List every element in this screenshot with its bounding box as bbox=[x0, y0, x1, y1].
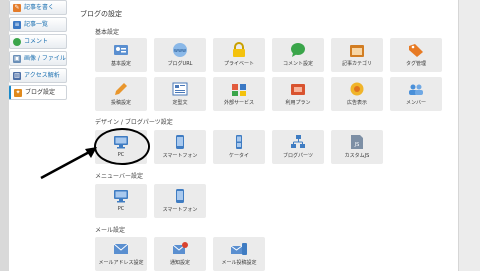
section-title-design: デザイン / ブログパーツ設定 bbox=[95, 119, 173, 126]
comment-icon bbox=[13, 38, 21, 46]
tile-label: ブログパーツ bbox=[283, 153, 313, 159]
sidebar-item-blog-settings[interactable]: ✦ ブログ設定 bbox=[9, 85, 67, 100]
pencil-icon: ✎ bbox=[13, 4, 21, 12]
tile-label: メンバー bbox=[405, 100, 426, 106]
tile-label: 定型文 bbox=[172, 100, 188, 106]
smartphone-icon bbox=[176, 135, 184, 149]
tile-mail-post[interactable]: メール投稿設定 bbox=[213, 237, 265, 271]
sidebar-item-label: 記事を書く bbox=[24, 4, 55, 11]
sidebar: ✎ 記事を書く ≡ 記事一覧 コメント ▣ 画像 / ファイル ▥ アクセス解析… bbox=[9, 0, 67, 271]
image-icon: ▣ bbox=[13, 55, 21, 63]
members-icon bbox=[409, 84, 423, 95]
tile-label: ブログURL bbox=[167, 61, 193, 67]
sidebar-item-label: コメント bbox=[24, 38, 49, 45]
tile-label: 投稿設定 bbox=[110, 100, 131, 106]
tile-label: 外部サービス bbox=[223, 100, 254, 106]
plan-icon bbox=[291, 84, 305, 95]
tile-label: 広告表示 bbox=[346, 100, 367, 106]
tile-label: メールアドレス設定 bbox=[98, 260, 144, 266]
www-badge: www bbox=[174, 48, 186, 54]
annotation-circle bbox=[94, 128, 150, 165]
scrollbar-area[interactable] bbox=[458, 0, 480, 271]
id-card-icon bbox=[114, 45, 128, 55]
window-edge bbox=[0, 0, 9, 271]
tile-tag-management[interactable]: タグ管理 bbox=[390, 38, 442, 72]
tile-members[interactable]: メンバー bbox=[390, 77, 442, 111]
tile-comment-settings[interactable]: コメント設定 bbox=[272, 38, 324, 72]
service-icon bbox=[232, 84, 246, 96]
tile-label: スマートフォン bbox=[162, 153, 198, 159]
tile-label: スマートフォン bbox=[162, 207, 198, 213]
tile-label: PC bbox=[117, 206, 125, 212]
annotation-arrow-icon bbox=[40, 147, 97, 180]
tile-design-mobile[interactable]: ケータイ bbox=[213, 130, 265, 164]
sidebar-item-images[interactable]: ▣ 画像 / ファイル bbox=[9, 51, 67, 66]
tile-menubar-pc[interactable]: PC bbox=[95, 184, 147, 218]
globe-www-icon: www bbox=[173, 43, 187, 57]
wrench-icon: ✦ bbox=[14, 89, 22, 97]
tile-label: メール投稿設定 bbox=[221, 260, 257, 266]
sidebar-item-analytics[interactable]: ▥ アクセス解析 bbox=[9, 68, 67, 83]
smartphone-icon bbox=[176, 189, 184, 203]
chart-icon: ▥ bbox=[13, 72, 21, 80]
tile-template[interactable]: 定型文 bbox=[154, 77, 206, 111]
tile-blog-url[interactable]: www ブログURL bbox=[154, 38, 206, 72]
tile-blog-parts[interactable]: ブログパーツ bbox=[272, 130, 324, 164]
sidebar-item-label: ブログ設定 bbox=[25, 89, 56, 96]
list-icon: ≡ bbox=[13, 21, 21, 29]
section-title-basic: 基本設定 bbox=[95, 29, 120, 36]
section-title-menubar: メニューバー設定 bbox=[95, 173, 143, 180]
pencil-icon bbox=[115, 83, 127, 95]
monitor-icon bbox=[114, 190, 128, 203]
tile-plan[interactable]: 利用プラン bbox=[272, 77, 324, 111]
speech-bubble-icon bbox=[291, 43, 305, 57]
folder-icon bbox=[350, 45, 364, 57]
sidebar-item-label: 画像 / ファイル bbox=[24, 55, 66, 62]
tile-notification[interactable]: 通知設定 bbox=[154, 237, 206, 271]
sidebar-item-label: 記事一覧 bbox=[24, 21, 49, 28]
tile-article-category[interactable]: 記事カテゴリ bbox=[331, 38, 383, 72]
tile-label: 通知設定 bbox=[169, 260, 190, 266]
js-badge: JS bbox=[354, 142, 360, 148]
tile-label: ケータイ bbox=[228, 153, 249, 159]
parts-icon bbox=[291, 135, 305, 148]
notification-icon bbox=[172, 242, 188, 254]
js-file-icon: JS bbox=[351, 135, 363, 149]
section-title-mail: メール設定 bbox=[95, 227, 126, 234]
ad-icon bbox=[350, 82, 364, 96]
sidebar-item-label: アクセス解析 bbox=[24, 72, 60, 79]
tile-label: 基本設定 bbox=[110, 61, 131, 67]
mail-icon bbox=[113, 243, 129, 254]
tile-label: 利用プラン bbox=[285, 100, 311, 106]
sidebar-item-comments[interactable]: コメント bbox=[9, 34, 67, 49]
mobile-phone-icon bbox=[236, 135, 242, 149]
tile-label: 記事カテゴリ bbox=[341, 61, 372, 67]
tag-icon bbox=[409, 44, 423, 57]
tile-label: カスタムJS bbox=[344, 153, 370, 159]
tile-post-settings[interactable]: 投稿設定 bbox=[95, 77, 147, 111]
tile-private[interactable]: プライベート bbox=[213, 38, 265, 72]
sidebar-item-articles[interactable]: ≡ 記事一覧 bbox=[9, 17, 67, 32]
tile-basic-settings[interactable]: 基本設定 bbox=[95, 38, 147, 72]
tile-ad-display[interactable]: 広告表示 bbox=[331, 77, 383, 111]
lock-icon bbox=[233, 42, 245, 57]
tile-custom-js[interactable]: JS カスタムJS bbox=[331, 130, 383, 164]
page-title: ブログの設定 bbox=[80, 10, 122, 18]
sidebar-item-write[interactable]: ✎ 記事を書く bbox=[9, 0, 67, 15]
tile-mail-address[interactable]: メールアドレス設定 bbox=[95, 237, 147, 271]
tile-label: タグ管理 bbox=[405, 61, 426, 67]
mail-post-icon bbox=[230, 243, 247, 255]
tile-design-smartphone[interactable]: スマートフォン bbox=[154, 130, 206, 164]
tile-label: コメント設定 bbox=[282, 61, 313, 67]
tile-menubar-smartphone[interactable]: スマートフォン bbox=[154, 184, 206, 218]
tile-external-services[interactable]: 外部サービス bbox=[213, 77, 265, 111]
tile-label: プライベート bbox=[223, 61, 254, 67]
template-icon bbox=[172, 82, 188, 96]
